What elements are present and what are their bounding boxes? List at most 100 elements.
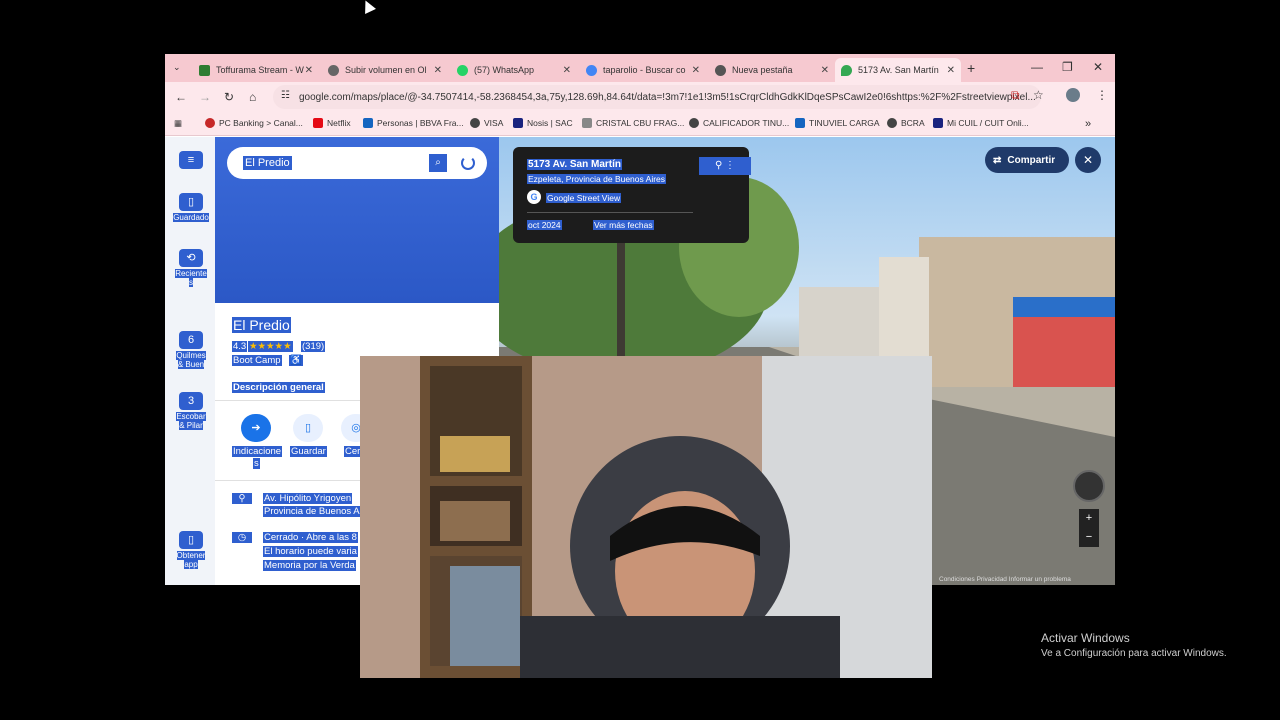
menu-icon[interactable]: ⋮ [1096,88,1108,102]
webcam-video [360,356,932,678]
history-icon: ⟲ [179,249,203,267]
sv-date: oct 2024 [527,220,562,230]
google-icon: G [527,190,541,204]
tab-search-button[interactable]: ⌄ [173,62,181,73]
rating-value: 4.3 [232,341,248,352]
bookmark-bcra[interactable]: BCRA [887,118,925,128]
cast-icon[interactable]: ⧉ [1011,88,1020,103]
nearby-label: Cer [344,446,362,457]
bookmark-nosis[interactable]: Nosis | SAC [513,118,573,128]
browser-toolbar: ← → ↻ ⌂ ☷ google.com/maps/place/@-34.750… [165,82,1115,112]
menu-button[interactable]: ≡ [173,151,209,171]
list-count-badge: 3 [179,392,203,410]
more-bookmarks-icon[interactable]: » [1085,118,1091,130]
restore-button[interactable]: ❐ [1062,60,1073,74]
bookmark-bbva[interactable]: Personas | BBVA Fra... [363,118,464,128]
new-tab-button[interactable]: + [967,60,975,76]
directions-button[interactable]: ➔ [241,414,271,442]
sv-more-dates[interactable]: Ver más fechas [593,220,654,230]
bookmark-visa[interactable]: VISA [470,118,503,128]
search-icon[interactable]: ⌕ [429,154,447,172]
close-icon[interactable]: ✕ [821,65,829,76]
close-icon[interactable]: ✕ [947,65,955,76]
close-icon[interactable]: ✕ [563,65,571,76]
tab-google-search[interactable]: taparolio - Buscar co ✕ [580,58,706,82]
rail-saved[interactable]: ▯ Guardado [173,193,209,222]
tab-overview[interactable]: Descripción general [232,382,325,393]
home-button[interactable]: ⌂ [249,90,256,104]
bookmark-star-icon[interactable]: ☆ [1033,88,1044,102]
tab-nueva-pestana[interactable]: Nueva pestaña ✕ [709,58,835,82]
apps-grid-icon[interactable]: ▦ [174,118,182,129]
globe-icon [689,118,699,128]
save-label: Guardar [290,446,327,457]
sv-address: 5173 Av. San Martín [527,159,622,170]
close-icon[interactable]: ✕ [692,65,700,76]
url-text: google.com/maps/place/@-34.7507414,-58.2… [299,91,1036,103]
netflix-icon [313,118,323,128]
tinuviel-icon [795,118,805,128]
close-icon[interactable]: ✕ [305,65,313,76]
tab-maps-active[interactable]: 5173 Av. San Martín ✕ [835,58,961,82]
address-bar[interactable]: ☷ google.com/maps/place/@-34.7507414,-58… [273,85,1041,109]
bbva-icon [363,118,373,128]
compass-icon[interactable] [1073,470,1105,502]
nosis-icon [513,118,523,128]
zoom-controls: + − [1079,509,1099,547]
zoom-in-button[interactable]: + [1079,509,1099,528]
cuil-icon [933,118,943,128]
rail-recent[interactable]: ⟲ Reciente s [173,249,209,287]
bookmark-netflix[interactable]: Netflix [313,118,351,128]
share-button[interactable]: ⇄ Compartir [985,147,1069,173]
zoom-out-button[interactable]: − [1079,528,1099,547]
rail-get-app[interactable]: ▯ Obtener app [173,531,209,569]
close-street-view-button[interactable]: ✕ [1075,147,1101,173]
tab-whatsapp[interactable]: (57) WhatsApp ✕ [451,58,577,82]
windows-activation-watermark: Activar Windows Ve a Configuración para … [1041,631,1227,659]
site-info-icon[interactable]: ☷ [281,90,290,101]
clock-icon: ◷ [232,532,252,543]
bookmark-calificador[interactable]: CALIFICADOR TINU... [689,118,789,128]
wheelchair-icon: ♿ [289,355,303,366]
window-close-button[interactable]: ✕ [1093,60,1103,74]
bookmark-cristal[interactable]: CRISTAL CBU FRAG... [582,118,684,128]
tab-favicon [328,64,339,76]
directions-label: Indicacione [232,446,283,457]
back-button[interactable]: ← [175,90,187,104]
hamburger-menu-icon: ≡ [179,151,203,169]
hours-note-2: Memoria por la Verda [263,560,356,571]
minimize-button[interactable]: — [1031,60,1043,74]
bookmark-cuil[interactable]: Mi CUIL / CUIT Onli... [933,118,1029,128]
bookmarks-bar: ▦ PC Banking > Canal... Netflix Personas… [165,112,1115,136]
tab-strip: ⌄ Toffurama Stream - W ✕ Subir volumen en… [165,54,1115,82]
bookmark-tinuviel[interactable]: TINUVIEL CARGA [795,118,880,128]
directions-label-2: s [253,458,260,469]
sv-source: Google Street View [546,193,622,203]
forward-button[interactable]: → [199,90,211,104]
google-icon [586,64,597,76]
address-line-1[interactable]: Av. Hipólito Yrigoyen [263,493,353,504]
hours-status[interactable]: Cerrado · Abre a las 8 [263,532,358,543]
maps-footer-links[interactable]: Condiciones Privacidad Informar un probl… [939,576,1071,583]
rail-list-escobar[interactable]: 3 Escobar & Pilar [173,392,209,430]
rating-stars-icon: ★★★★★ [248,341,293,352]
close-icon[interactable]: ✕ [434,65,442,76]
loading-spinner-icon [461,156,475,170]
maps-pin-icon [841,64,852,76]
place-category[interactable]: Boot Camp [232,355,282,366]
save-button[interactable]: ▯ [293,414,323,442]
tab-toffurama[interactable]: Toffurama Stream - W ✕ [193,58,319,82]
search-input[interactable]: El Predio ⌕ [227,147,487,179]
bookmark-pc-banking[interactable]: PC Banking > Canal... [205,118,303,128]
whatsapp-icon [457,64,468,76]
tab-subir-volumen[interactable]: Subir volumen en Ol ✕ [322,58,448,82]
rail-list-quilmes[interactable]: 6 Quilmes & Buen [173,331,209,369]
review-count[interactable]: (319) [301,341,326,352]
reload-button[interactable]: ↻ [224,90,234,104]
profile-avatar[interactable] [1066,88,1080,102]
share-icon: ⇄ [993,154,1002,166]
place-title: El Predio [232,317,291,333]
address-line-2[interactable]: Provincia de Buenos A [263,506,361,517]
pin-menu-icon[interactable]: ⚲ ⋮ [699,157,751,175]
bank-icon [205,118,215,128]
